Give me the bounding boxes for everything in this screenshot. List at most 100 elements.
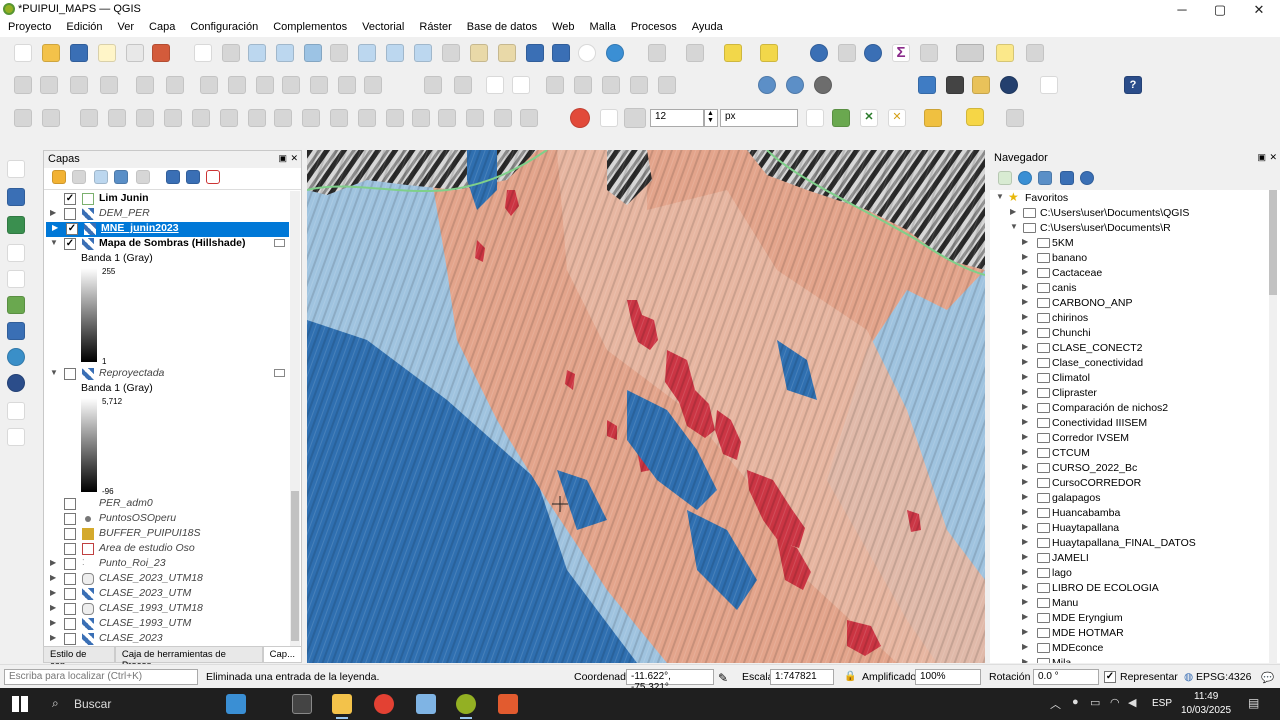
layer-checkbox[interactable]: ✓ [64, 238, 76, 250]
clock-time[interactable]: 11:49 [1194, 691, 1218, 702]
geoprocess-plugin-icon[interactable] [1040, 76, 1058, 94]
browser-folder-item[interactable]: ▶ MDEconce [990, 641, 1270, 656]
browser-folder-item[interactable]: ▶ banano [990, 251, 1270, 266]
menu-ayuda[interactable]: Ayuda [684, 19, 730, 37]
modify-attributes-icon[interactable] [166, 76, 184, 94]
reverse-line-icon[interactable] [358, 109, 376, 127]
scale-field[interactable]: 1:747821 [770, 669, 834, 685]
layer-row[interactable]: ▶ CLASE_2023_UTM [44, 587, 289, 602]
deselect-icon[interactable] [724, 44, 742, 62]
vertex-tool-icon[interactable] [136, 76, 154, 94]
rotate-symbols-icon[interactable] [520, 109, 538, 127]
layer-row[interactable]: ▶ ⁚ Punto_Roi_23 [44, 557, 289, 572]
add-layers-icon[interactable] [998, 171, 1012, 185]
menu-procesos[interactable]: Procesos [623, 19, 684, 37]
layer-checkbox[interactable] [64, 603, 76, 615]
layer-row[interactable]: BUFFER_PUIPUI18S [44, 527, 289, 542]
redo-icon[interactable] [364, 76, 382, 94]
add-wms-layer-icon[interactable] [7, 348, 25, 366]
add-mesh-layer-icon[interactable] [7, 216, 25, 234]
layer-row[interactable]: ▶ CLASE_2023_UTM18 [44, 572, 289, 587]
rotate-label-icon[interactable] [658, 76, 676, 94]
taskbar-search-label[interactable]: Buscar [74, 697, 111, 711]
style-manager-icon[interactable] [152, 44, 170, 62]
browser-folder-item[interactable]: ▶ Huaytapallana_FINAL_DATOS [990, 536, 1270, 551]
expand-arrow[interactable]: ▶ [1022, 612, 1028, 621]
snap-tolerance-spinner[interactable]: ▲ ▼ [704, 109, 718, 127]
layer-row[interactable]: PER_adm0 [44, 497, 289, 512]
add-wfs-icon[interactable] [786, 76, 804, 94]
snapping-magnet-icon[interactable] [570, 108, 590, 128]
expand-arrow[interactable]: ▶ [50, 588, 56, 597]
temporal-controller-icon[interactable] [578, 44, 596, 62]
expand-arrow[interactable]: ▶ [50, 618, 56, 627]
simplify-feature-icon[interactable] [136, 109, 154, 127]
expand-arrow[interactable]: ▶ [1022, 252, 1028, 261]
save-project-icon[interactable] [70, 44, 88, 62]
expand-arrow[interactable]: ▶ [50, 633, 56, 642]
tray-chevron-icon[interactable]: ︿ [1050, 696, 1061, 712]
copy-features-icon[interactable] [282, 76, 300, 94]
minimize-button[interactable]: ─ [1172, 2, 1192, 18]
processing-gear-icon[interactable] [864, 44, 882, 62]
browser-folder-item[interactable]: ▶ Huaytapallana [990, 521, 1270, 536]
add-vector-layer-icon[interactable] [7, 160, 25, 178]
expand-arrow[interactable]: ▶ [1022, 342, 1028, 351]
browser-folder-item[interactable]: ▶ LIBRO DE ECOLOGIA [990, 581, 1270, 596]
expand-arrow[interactable]: ▶ [1022, 492, 1028, 501]
topological-editing-icon[interactable] [832, 109, 850, 127]
browser-folder-item[interactable]: ▶ CURSO_2022_Bc [990, 461, 1270, 476]
layer-row[interactable]: ▶ CLASE_1993_UTM18 [44, 602, 289, 617]
crs-label[interactable]: EPSG:4326 [1196, 671, 1251, 683]
metasearch-icon[interactable] [814, 76, 832, 94]
statistics-sigma-icon[interactable]: Σ [892, 44, 910, 62]
zoom-native-icon[interactable] [386, 44, 404, 62]
chrome-icon[interactable] [374, 694, 394, 714]
browser-folder-item[interactable]: ▶ chirinos [990, 311, 1270, 326]
clock-date[interactable]: 10/03/2025 [1181, 705, 1231, 716]
browser-folder-item[interactable]: ▶ CursoCORREDOR [990, 476, 1270, 491]
render-checkbox[interactable]: ✓ [1104, 671, 1116, 683]
snap-intersection-icon[interactable] [806, 109, 824, 127]
browser-folder-item[interactable]: ▶ CTCUM [990, 446, 1270, 461]
rotation-field[interactable]: 0.0 ° [1033, 669, 1099, 685]
language-indicator[interactable]: ESP [1152, 698, 1172, 709]
menu-capa[interactable]: Capa [141, 19, 182, 37]
locator-search-input[interactable]: Escriba para localizar (Ctrl+K) [4, 669, 198, 685]
layer-labeling-icon[interactable] [486, 76, 504, 94]
layer-row[interactable]: ✓ Lim Junin [44, 192, 289, 207]
browser-folder-item[interactable]: ▶ galapagos [990, 491, 1270, 506]
maximize-button[interactable]: ▢ [1210, 2, 1230, 18]
browser-folder-item[interactable]: ▼ C:\Users\user\Documents\R [990, 221, 1270, 236]
advanced-digitizing-icon[interactable] [14, 109, 32, 127]
layer-checkbox[interactable] [64, 543, 76, 555]
snap-vertex-icon[interactable] [600, 109, 618, 127]
volume-icon[interactable]: ◀ [1128, 696, 1136, 709]
float-panel-icon[interactable]: ▣ [278, 153, 287, 164]
menu-edicion[interactable]: Edición [58, 19, 109, 37]
new-shapefile-icon[interactable] [7, 428, 25, 446]
polygon-green-icon[interactable] [966, 108, 984, 126]
browser-folder-item[interactable]: ▶ 5KM [990, 236, 1270, 251]
layer-checkbox[interactable] [64, 498, 76, 510]
close-button[interactable]: ✕ [1249, 2, 1269, 18]
browser-folder-item[interactable]: ▶ canis [990, 281, 1270, 296]
snap-unit-select[interactable]: px [720, 109, 798, 127]
expand-arrow[interactable]: ▶ [1022, 327, 1028, 336]
expand-arrow[interactable]: ▶ [50, 573, 56, 582]
layer-checkbox[interactable] [64, 513, 76, 525]
messages-icon[interactable]: 💬 [1261, 671, 1274, 684]
expand-arrow[interactable]: ▶ [1022, 447, 1028, 456]
layer-diagram-icon[interactable] [512, 76, 530, 94]
measure-line-icon[interactable] [956, 44, 984, 62]
layer-row[interactable]: ▶ DEM_PER [44, 207, 289, 222]
coordinate-field[interactable]: -11.622°, -75.321° [626, 669, 714, 693]
expand-arrow[interactable]: ▶ [1010, 207, 1016, 216]
georeferencer-icon[interactable] [1006, 109, 1024, 127]
toggle-extents-icon[interactable]: ✎ [718, 671, 728, 685]
delete-selected-icon[interactable] [228, 76, 246, 94]
expand-arrow[interactable]: ▶ [1022, 297, 1028, 306]
battery-icon[interactable]: ▭ [1090, 696, 1100, 709]
layer-checkbox[interactable] [64, 528, 76, 540]
merge-features-icon[interactable] [466, 109, 484, 127]
